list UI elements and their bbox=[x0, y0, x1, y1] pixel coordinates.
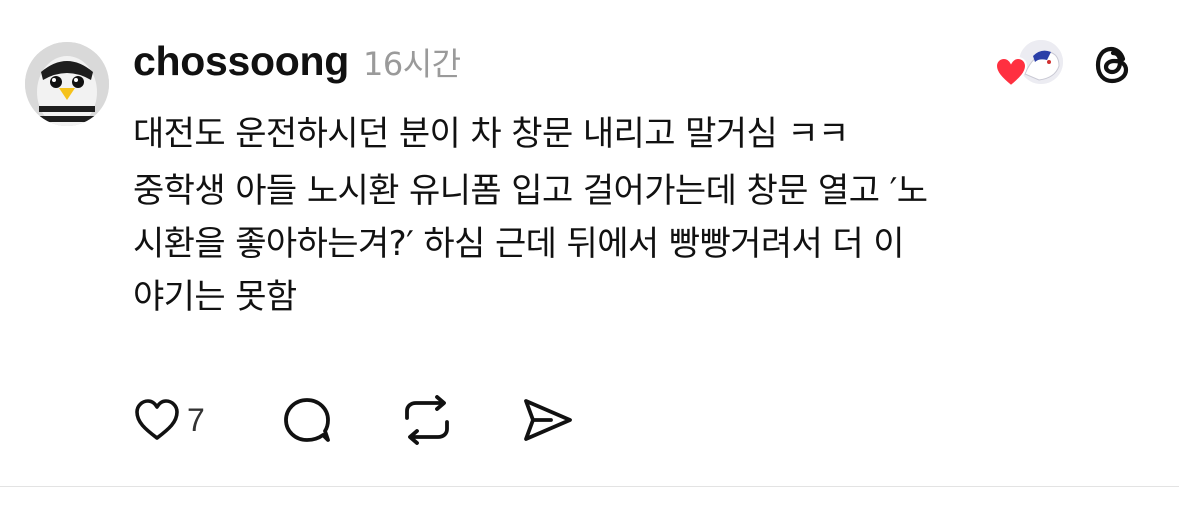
send-icon bbox=[523, 399, 572, 441]
share-button[interactable] bbox=[521, 395, 575, 445]
thread-post: chossoong 16시간 대전도 운전하시던 분이 차 창문 내리고 말거심… bbox=[0, 0, 1179, 486]
username[interactable]: chossoong bbox=[133, 38, 349, 85]
action-bar: 7 bbox=[133, 392, 641, 448]
heart-icon bbox=[994, 56, 1028, 88]
like-count: 7 bbox=[187, 401, 205, 438]
liker-indicator[interactable] bbox=[994, 40, 1066, 90]
repost-icon bbox=[404, 395, 449, 445]
comment-bubble-icon bbox=[283, 398, 330, 442]
post-body: 대전도 운전하시던 분이 차 창문 내리고 말거심 ㅋㅋ 중학생 아들 노시환 … bbox=[133, 108, 1143, 324]
threads-logo-icon[interactable] bbox=[1090, 42, 1136, 88]
avatar-image bbox=[25, 42, 109, 126]
like-button[interactable]: 7 bbox=[133, 397, 215, 443]
reply-button[interactable] bbox=[281, 395, 333, 445]
post-text-line: 대전도 운전하시던 분이 차 창문 내리고 말거심 ㅋㅋ bbox=[133, 114, 849, 154]
repost-button[interactable] bbox=[399, 395, 455, 445]
post-header: chossoong 16시간 bbox=[133, 38, 461, 88]
heart-outline-icon bbox=[135, 399, 179, 440]
post-text-line: 야기는 못함 bbox=[133, 277, 297, 317]
post-text-line: 중학생 아들 노시환 유니폼 입고 걸어가는데 창문 열고 ′노 bbox=[133, 171, 928, 211]
post-text-line: 시환을 좋아하는겨?′ 하심 근데 뒤에서 빵빵거려서 더 이 bbox=[133, 224, 905, 264]
avatar[interactable] bbox=[25, 42, 109, 126]
timestamp: 16시간 bbox=[362, 45, 461, 83]
post-divider bbox=[0, 486, 1179, 487]
